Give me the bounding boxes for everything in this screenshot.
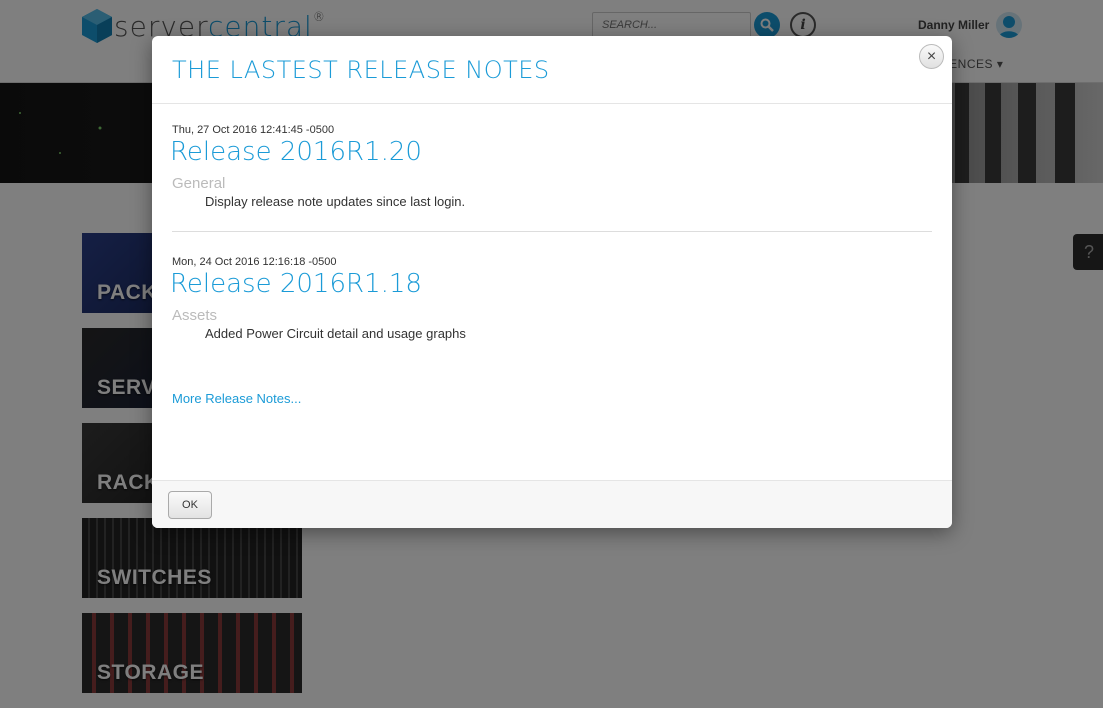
modal-header: THE LASTEST RELEASE NOTES × <box>152 36 952 104</box>
release-note: Thu, 27 Oct 2016 12:41:45 -0500 Release … <box>170 124 932 209</box>
ok-button[interactable]: OK <box>168 491 212 519</box>
release-section: General <box>172 175 226 192</box>
modal-footer: OK <box>152 480 952 528</box>
more-release-notes-link[interactable]: More Release Notes... <box>172 391 301 406</box>
release-title: Release 2016R1.20 <box>170 137 422 167</box>
release-item: Display release note updates since last … <box>205 194 466 209</box>
modal-body: Thu, 27 Oct 2016 12:41:45 -0500 Release … <box>152 104 952 480</box>
release-item: Added Power Circuit detail and usage gra… <box>205 326 466 341</box>
release-section: Assets <box>172 307 218 324</box>
release-date: Mon, 24 Oct 2016 12:16:18 -0500 <box>172 256 337 268</box>
release-note: Mon, 24 Oct 2016 12:16:18 -0500 Release … <box>170 256 932 341</box>
release-title: Release 2016R1.18 <box>170 269 422 299</box>
release-date: Thu, 27 Oct 2016 12:41:45 -0500 <box>172 124 335 136</box>
close-button[interactable]: × <box>919 44 944 69</box>
close-icon: × <box>926 47 937 65</box>
release-notes-modal: THE LASTEST RELEASE NOTES × Thu, 27 Oct … <box>152 36 952 528</box>
modal-title: THE LASTEST RELEASE NOTES <box>172 56 550 84</box>
note-divider <box>172 231 932 232</box>
